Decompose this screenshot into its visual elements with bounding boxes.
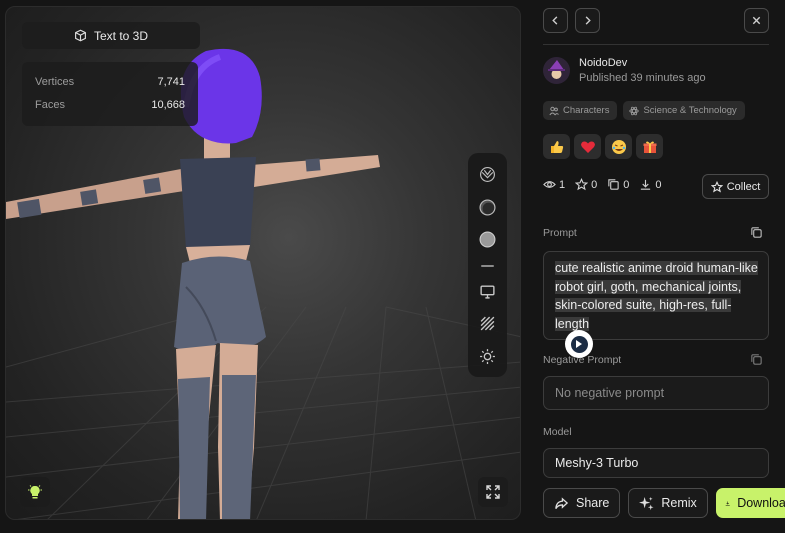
hatch-pattern-icon [480,316,495,331]
collect-label: Collect [726,180,761,193]
assistant-badge-button[interactable] [565,330,593,358]
atom-icon [629,106,640,115]
negative-prompt-field[interactable]: No negative prompt [543,376,769,410]
tag-characters[interactable]: Characters [543,101,618,120]
views-count: 1 [543,178,565,191]
stat-value: 10,668 [151,98,185,111]
downloads-value: 0 [655,178,662,191]
published-time: Published 39 minutes ago [579,72,706,84]
thumbs-up-icon [550,140,563,153]
views-value: 1 [559,178,566,191]
tag-science-technology[interactable]: Science & Technology [623,101,745,120]
mode-label: Text to 3D [93,28,149,43]
model-viewer[interactable]: Text to 3D Vertices 7,741 Faces 10,668 [5,6,521,520]
action-bar: Share Remix Download [543,488,785,518]
eye-icon [543,181,556,188]
sun-icon [480,348,495,364]
lightbulb-icon [28,485,42,499]
chevron-right-icon [585,16,591,25]
download-icon [725,500,730,506]
header-divider [543,44,769,45]
stat-vertices: Vertices 7,741 [35,70,185,93]
copy-prompt-icon[interactable] [750,226,763,239]
close-button[interactable] [744,8,769,33]
stat-label: Faces [35,98,65,111]
stat-faces: Faces 10,668 [35,93,185,116]
tag-list: Characters Science & Technology [543,101,745,120]
download-button[interactable]: Download [715,488,785,518]
details-panel: NoidoDev Published 39 minutes ago Charac… [543,0,785,533]
model-stats-panel: Vertices 7,741 Faces 10,668 [22,62,198,126]
screen-icon [480,285,495,299]
previous-button[interactable] [543,8,568,33]
copies-value: 0 [623,178,630,191]
laughing-face-icon [611,139,626,154]
share-label: Share [576,496,610,510]
reaction-laughing[interactable] [605,134,632,159]
author-block[interactable]: NoidoDev Published 39 minutes ago [543,57,706,84]
negative-prompt-placeholder: No negative prompt [555,386,665,400]
engagement-metrics: 1 0 0 0 [543,178,662,191]
remix-label: Remix [661,496,697,510]
assistant-logo-icon [570,335,588,353]
download-label: Download [737,496,785,510]
model-value: Meshy-3 Turbo [555,456,639,470]
stat-label: Vertices [35,75,75,88]
chevron-left-icon [552,16,558,25]
copy-icon [608,179,619,190]
star-icon [575,178,589,191]
share-icon [555,496,569,509]
reaction-heart[interactable] [574,134,601,159]
model-label: Model [543,426,572,438]
next-button[interactable] [575,8,600,33]
tag-label: Science & Technology [643,105,737,116]
prompt-text: cute realistic anime droid human-like ro… [555,261,758,331]
downloads-count: 0 [639,178,662,191]
shaded-mode-button[interactable] [476,196,500,220]
reaction-thumbs-up[interactable] [543,134,570,159]
texture-mode-button[interactable] [476,312,500,336]
stars-count: 0 [575,178,597,191]
wireframe-mode-button[interactable] [476,163,500,187]
stat-value: 7,741 [157,75,185,88]
cube-icon [75,29,86,42]
environment-light-button[interactable] [20,477,50,507]
download-icon [641,179,651,190]
gift-icon [643,140,656,153]
render-mode-toolbar [468,153,507,377]
collect-button[interactable]: Collect [702,174,769,199]
avatar[interactable] [543,57,570,84]
toolbar-divider [476,265,500,268]
model-field: Meshy-3 Turbo [543,448,769,478]
wireframe-sphere-icon [480,167,495,183]
copy-negative-prompt-icon[interactable] [750,353,763,366]
solid-sphere-icon [479,231,496,248]
fullscreen-button[interactable] [478,477,508,507]
sparkle-icon [639,496,654,510]
tag-label: Characters [563,105,610,116]
heart-icon [580,141,595,153]
mode-pill[interactable]: Text to 3D [22,22,200,49]
author-name[interactable]: NoidoDev [579,57,706,69]
display-mode-button[interactable] [476,279,500,303]
fullscreen-icon [486,485,500,499]
stars-value: 0 [591,178,598,191]
share-button[interactable]: Share [543,488,621,518]
witch-avatar-icon [543,57,570,84]
prompt-label: Prompt [543,227,577,239]
remix-button[interactable]: Remix [628,488,708,518]
people-icon [549,106,559,115]
reaction-bar [543,134,663,159]
star-icon [710,180,723,192]
shaded-sphere-icon [479,199,496,216]
copies-count: 0 [607,178,629,191]
close-icon [752,16,761,25]
solid-mode-button[interactable] [476,228,500,252]
prompt-text-box[interactable]: cute realistic anime droid human-like ro… [543,251,769,340]
reaction-gift[interactable] [636,134,663,159]
lighting-button[interactable] [476,345,500,369]
